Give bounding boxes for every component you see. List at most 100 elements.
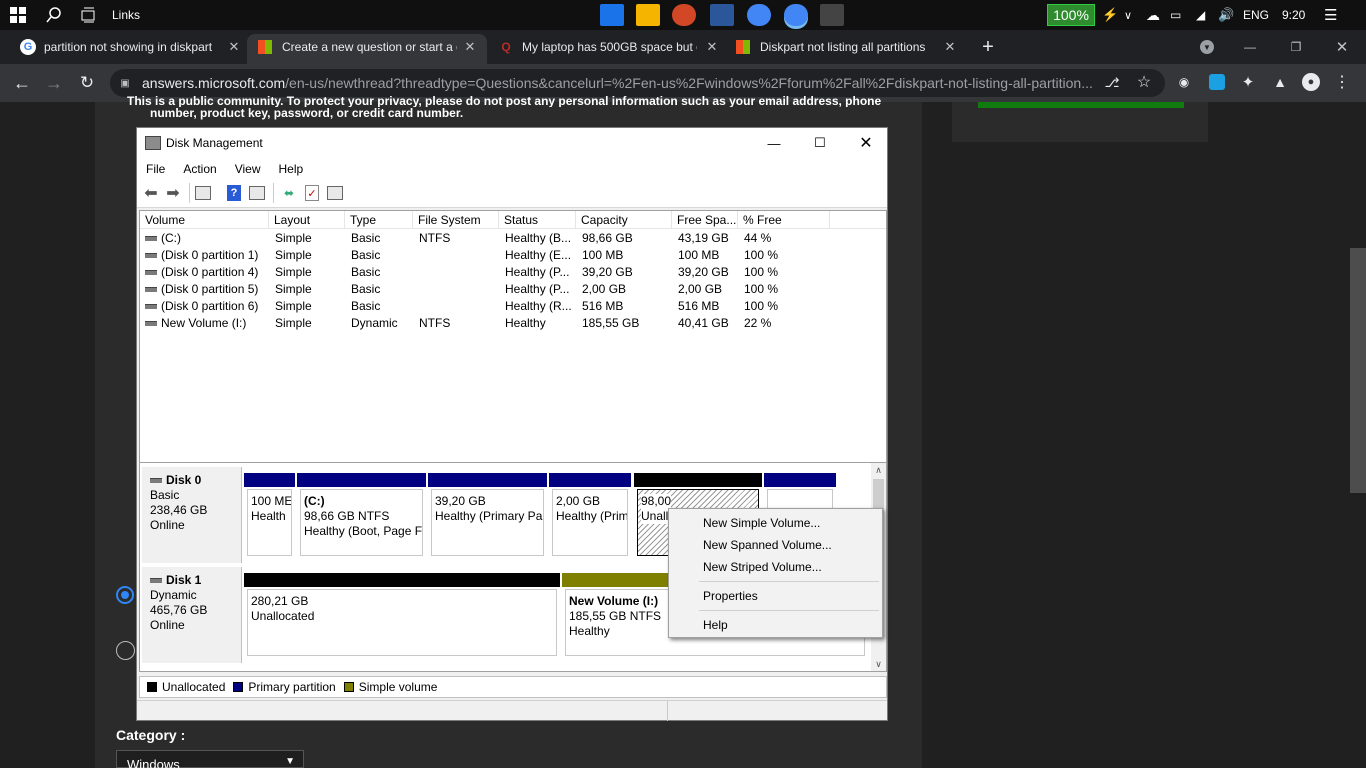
battery-icon[interactable]: ▭ — [1170, 0, 1181, 30]
tab-google[interactable]: G partition not showing in diskpart ✕ — [20, 34, 242, 60]
forward-arrow-icon[interactable]: → — [44, 72, 64, 94]
onedrive-icon[interactable]: ☁ — [1146, 0, 1160, 30]
reload-icon[interactable]: ↻ — [77, 72, 97, 94]
word-icon[interactable] — [710, 4, 734, 26]
windows-start-icon[interactable] — [10, 0, 28, 30]
col-capacity[interactable]: Capacity — [576, 211, 672, 229]
language-indicator[interactable]: ENG — [1243, 0, 1269, 30]
close-tab-icon[interactable]: ✕ — [942, 34, 958, 60]
tab-search-icon[interactable]: ▼ — [1198, 34, 1216, 60]
power-plug-icon[interactable]: ⚡ — [1102, 0, 1118, 30]
col-free-space[interactable]: Free Spa... — [672, 211, 738, 229]
volume-row[interactable]: (Disk 0 partition 5) Simple Basic Healthy (… — [140, 281, 886, 298]
tab-quora[interactable]: Q My laptop has 500GB space but o ✕ — [498, 34, 720, 60]
disk0-partition-4[interactable]: 39,20 GB Healthy (Primary Pa — [428, 473, 547, 559]
menu-help[interactable]: Help — [270, 162, 313, 176]
disk0-partition-5[interactable]: 2,00 GB Healthy (Prim — [549, 473, 631, 559]
chevron-up-icon[interactable]: ∨ — [1124, 0, 1132, 30]
restore-button[interactable]: ❐ — [1286, 34, 1306, 60]
partition-body: 2,00 GB Healthy (Prim — [552, 489, 628, 556]
menu-action[interactable]: Action — [174, 162, 225, 176]
chrome-icon[interactable] — [747, 4, 771, 26]
menu-properties[interactable]: Properties — [703, 586, 758, 606]
col-filesystem[interactable]: File System — [413, 211, 499, 229]
page-scrollbar-thumb[interactable] — [1350, 248, 1366, 493]
radio-unselected[interactable] — [116, 641, 135, 660]
menu-new-striped-volume[interactable]: New Striped Volume... — [703, 557, 822, 577]
battery-indicator[interactable]: 100% — [1047, 4, 1095, 26]
checklist-icon[interactable]: ✓ — [305, 185, 319, 201]
scroll-down-icon[interactable]: ∨ — [871, 657, 886, 671]
extension-translate-icon[interactable] — [1209, 74, 1225, 90]
dm-close-button[interactable]: ✕ — [851, 132, 881, 154]
close-tab-icon[interactable]: ✕ — [462, 34, 478, 60]
settings-panel-icon[interactable] — [327, 186, 343, 200]
disk0-partition-c[interactable]: (C:) 98,66 GB NTFS Healthy (Boot, Page F — [297, 473, 426, 559]
file-explorer-icon[interactable] — [636, 4, 660, 26]
powerpoint-icon[interactable] — [672, 4, 696, 26]
back-icon[interactable]: ⬅ — [143, 185, 159, 202]
category-select[interactable]: Windows ▼ — [116, 750, 304, 768]
back-arrow-icon[interactable]: ← — [12, 72, 32, 94]
show-hide-tree-icon[interactable] — [195, 186, 211, 200]
lock-icon[interactable]: ▣ — [119, 76, 131, 90]
col-percent-free[interactable]: % Free — [738, 211, 830, 229]
menu-view[interactable]: View — [226, 162, 270, 176]
key-icon[interactable]: ⎇ — [1103, 74, 1121, 92]
help-icon[interactable]: ? — [227, 185, 241, 201]
volume-row[interactable]: (Disk 0 partition 1) Simple Basic Healthy (… — [140, 247, 886, 264]
labs-flask-icon[interactable]: ▲ — [1272, 73, 1288, 91]
url-text[interactable]: answers.microsoft.com/en-us/newthread?th… — [142, 75, 1097, 91]
disk1-unallocated[interactable]: 280,21 GB Unallocated — [244, 573, 560, 659]
task-view-icon[interactable] — [80, 0, 100, 30]
forward-icon[interactable]: ➡ — [165, 185, 181, 202]
close-window-button[interactable]: ✕ — [1332, 34, 1352, 60]
volume-row[interactable]: (Disk 0 partition 6) Simple Basic Healthy (… — [140, 298, 886, 315]
volume-row[interactable]: (C:) Simple Basic NTFS Healthy (B... 98,66 GB… — [140, 230, 886, 247]
menu-file[interactable]: File — [137, 162, 174, 176]
links-toolbar-label[interactable]: Links — [112, 0, 140, 30]
dm-minimize-button[interactable]: — — [759, 132, 789, 154]
notifications-icon[interactable]: ☰ — [1324, 0, 1337, 30]
volume-icon — [145, 304, 157, 310]
tab-diskpart[interactable]: Diskpart not listing all partitions ✕ — [736, 34, 958, 60]
close-tab-icon[interactable]: ✕ — [226, 34, 242, 60]
minimize-button[interactable]: — — [1240, 34, 1260, 60]
extension-spy-icon[interactable]: ◉ — [1176, 74, 1192, 90]
search-icon[interactable] — [46, 0, 64, 30]
disk0-partition-1[interactable]: 100 ME Health — [244, 473, 295, 559]
disk0-label[interactable]: Disk 0 Basic 238,46 GB Online — [142, 467, 242, 563]
window-titlebar[interactable]: Disk Management — ☐ ✕ — [137, 128, 887, 158]
connect-disk-icon[interactable]: ⬌ — [281, 186, 297, 200]
col-layout[interactable]: Layout — [269, 211, 345, 229]
cell-text: 39,20 GB — [582, 265, 633, 279]
chrome-active-icon[interactable] — [784, 4, 808, 26]
scroll-up-icon[interactable]: ∧ — [871, 463, 886, 477]
mail-app-icon[interactable] — [600, 4, 624, 26]
kebab-menu-icon[interactable]: ⋮ — [1334, 73, 1350, 91]
submit-green-button[interactable] — [978, 102, 1184, 108]
col-type[interactable]: Type — [345, 211, 413, 229]
extensions-puzzle-icon[interactable]: ✦ — [1240, 73, 1256, 91]
volume-row[interactable]: New Volume (I:) Simple Dynamic NTFS Healthy 1… — [140, 315, 886, 332]
close-tab-icon[interactable]: ✕ — [704, 34, 720, 60]
new-tab-button[interactable]: + — [978, 34, 998, 60]
disk1-label[interactable]: Disk 1 Dynamic 465,76 GB Online — [142, 567, 242, 663]
tab-create-question[interactable]: Create a new question or start a d ✕ — [258, 34, 478, 60]
properties-icon[interactable] — [249, 186, 265, 200]
unallocated-bar — [244, 573, 560, 587]
dm-maximize-button[interactable]: ☐ — [805, 132, 835, 154]
menu-new-simple-volume[interactable]: New Simple Volume... — [703, 513, 820, 533]
volume-icon[interactable]: 🔊 — [1218, 0, 1234, 30]
menu-help-item[interactable]: Help — [703, 615, 728, 635]
store-app-icon[interactable] — [820, 4, 844, 26]
menu-new-spanned-volume[interactable]: New Spanned Volume... — [703, 535, 832, 555]
radio-selected[interactable] — [116, 586, 134, 604]
bookmark-star-icon[interactable]: ☆ — [1135, 73, 1153, 91]
clock[interactable]: 9:20 — [1282, 0, 1305, 30]
col-volume[interactable]: Volume — [140, 211, 269, 229]
volume-row[interactable]: (Disk 0 partition 4) Simple Basic Healthy (… — [140, 264, 886, 281]
profile-avatar-icon[interactable]: ● — [1302, 73, 1320, 91]
col-status[interactable]: Status — [499, 211, 576, 229]
wifi-icon[interactable]: ◢ — [1196, 0, 1205, 30]
